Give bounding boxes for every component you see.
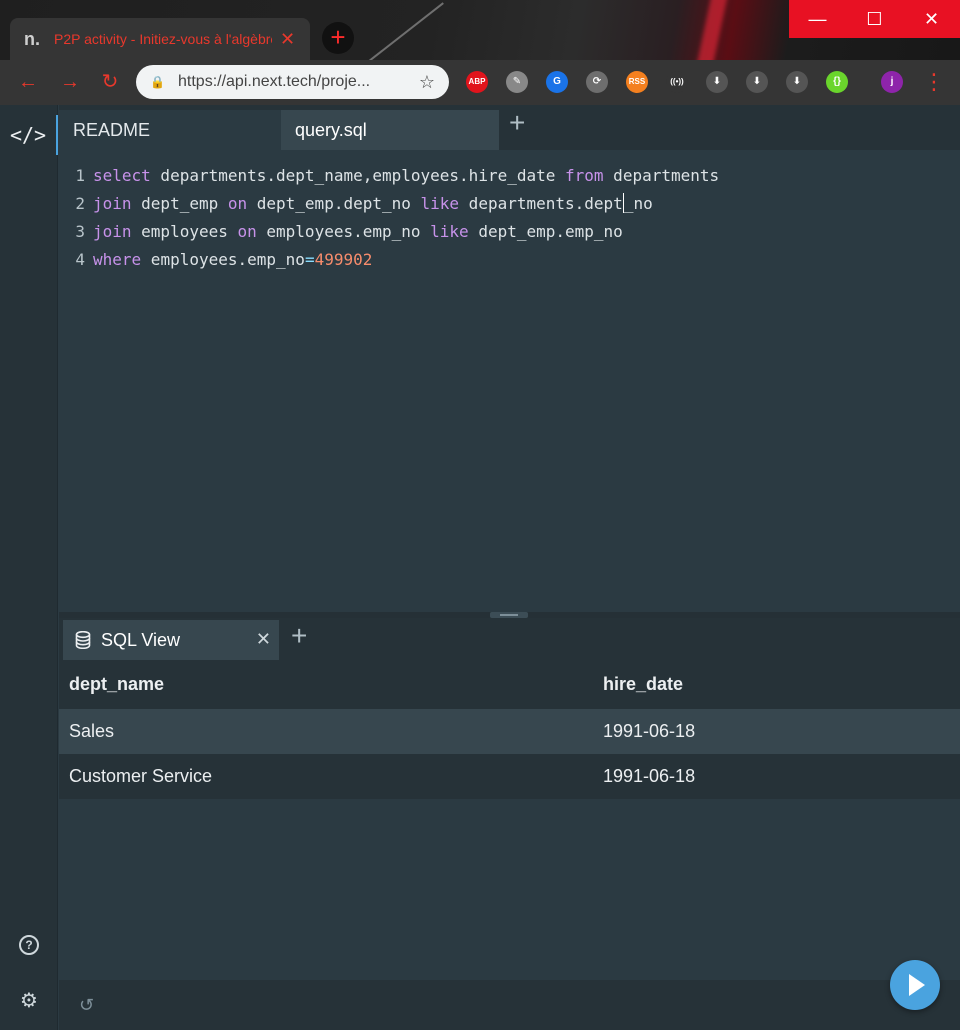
sql-token: _no	[623, 194, 653, 213]
nexttech-favicon-icon: n.	[24, 29, 40, 49]
bookmark-star-icon[interactable]: ☆	[419, 72, 435, 93]
line-number: 3	[75, 222, 85, 241]
tab-sql-view[interactable]: SQL View ✕	[63, 620, 279, 660]
editor-statusbar: ↺	[59, 980, 960, 1030]
adblock-plus-icon[interactable]: ABP	[466, 71, 488, 93]
help-icon[interactable]: ?	[19, 935, 39, 955]
sql-number: 499902	[314, 250, 373, 269]
sql-keyword: like	[430, 222, 469, 241]
new-tab-button[interactable]: +	[322, 22, 354, 54]
browser-tab[interactable]: n. P2P activity - Initiez-vous à l'algèb…	[10, 18, 310, 60]
sql-keyword: on	[227, 194, 248, 213]
sql-keyword: join	[93, 194, 132, 213]
sql-token: departments.dept_name,employees.hire_dat…	[150, 166, 566, 185]
extension-gray-icon[interactable]: ✎	[506, 71, 528, 93]
results-table: dept_name hire_date Sales 1991-06-18 Custo…	[59, 660, 960, 799]
close-sql-view-icon[interactable]: ✕	[256, 629, 271, 650]
download-icon-3[interactable]: ⬇	[786, 71, 808, 93]
sql-token: employees.emp_no	[256, 222, 431, 241]
line-number: 2	[75, 194, 85, 213]
sql-keyword: select	[93, 166, 151, 185]
sql-keyword: on	[237, 222, 257, 241]
browser-menu-icon[interactable]: ⋮	[920, 68, 948, 96]
database-icon	[75, 631, 91, 649]
sql-token: dept_emp.dept_no	[247, 194, 421, 213]
address-url[interactable]: https://api.next.tech/proje...	[178, 73, 413, 91]
json-icon[interactable]: {}	[826, 71, 848, 93]
browser-titlebar: n. P2P activity - Initiez-vous à l'algèb…	[0, 0, 960, 60]
history-icon[interactable]: ↺	[79, 995, 94, 1016]
table-row: Sales 1991-06-18	[59, 709, 960, 754]
lock-icon: 🔒	[150, 75, 165, 89]
run-query-button[interactable]	[890, 960, 940, 1010]
forward-arrow-icon[interactable]: →	[56, 68, 84, 96]
add-results-tab-icon[interactable]: +	[291, 620, 307, 652]
sync-icon[interactable]: ⟳	[586, 71, 608, 93]
window-maximize-button[interactable]: ☐	[846, 0, 903, 38]
tab-query-sql[interactable]: query.sql	[281, 110, 499, 150]
broadcast-icon[interactable]: ((•))	[666, 71, 688, 93]
reload-icon[interactable]: ↻	[96, 68, 124, 96]
code-line[interactable]: 1 select departments.dept_name,employees.…	[59, 162, 960, 190]
window-close-button[interactable]: ✕	[903, 0, 960, 38]
code-editor-icon[interactable]: </>	[0, 115, 58, 155]
editor-tab-bar: README query.sql +	[59, 105, 960, 150]
grammarly-icon[interactable]: G	[546, 71, 568, 93]
code-line[interactable]: 3 join employees on employees.emp_no like…	[59, 218, 960, 246]
results-tab-bar: SQL View ✕ +	[59, 618, 960, 660]
sql-view-label: SQL View	[101, 629, 181, 650]
profile-avatar[interactable]: j	[881, 71, 903, 93]
column-header-hire-date: hire_date	[603, 660, 960, 709]
next-tech-app: </> ? ⚙ README query.sql + 1 select depar…	[0, 105, 960, 1030]
rss-icon[interactable]: RSS	[626, 71, 648, 93]
sql-token: dept_emp.emp_no	[468, 222, 623, 241]
sql-token: =	[304, 250, 315, 269]
back-arrow-icon[interactable]: ←	[14, 68, 42, 96]
sql-keyword: like	[420, 194, 460, 213]
results-table-container: dept_name hire_date Sales 1991-06-18 Custo…	[59, 660, 960, 799]
table-header-row: dept_name hire_date	[59, 660, 960, 709]
code-editor[interactable]: 1 select departments.dept_name,employees.…	[59, 150, 960, 612]
sql-keyword: join	[93, 222, 132, 241]
sql-keyword: where	[93, 250, 142, 269]
column-header-dept-name: dept_name	[59, 660, 603, 709]
sql-keyword: from	[565, 166, 604, 185]
download-icon-1[interactable]: ⬇	[706, 71, 728, 93]
download-icon-2[interactable]: ⬇	[746, 71, 768, 93]
sql-token: departments	[603, 166, 720, 185]
browser-toolbar: ← → ↻ 🔒 https://api.next.tech/proje... ☆…	[0, 60, 960, 105]
settings-gear-icon[interactable]: ⚙	[19, 991, 39, 1011]
cell-dept-name: Sales	[59, 709, 603, 754]
address-bar[interactable]: 🔒 https://api.next.tech/proje... ☆	[136, 65, 449, 99]
table-row: Customer Service 1991-06-18	[59, 754, 960, 799]
add-editor-tab-icon[interactable]: +	[509, 107, 525, 139]
wallpaper-streak-red	[687, 0, 729, 60]
sql-token: employees	[131, 222, 238, 241]
wallpaper-streak	[348, 2, 444, 60]
code-line[interactable]: 4 where employees.emp_no=499902	[59, 246, 960, 274]
sql-token: employees.emp_no	[141, 250, 305, 269]
tab-close-icon[interactable]: ✕	[280, 29, 295, 50]
code-line[interactable]: 2 join dept_emp on dept_emp.dept_no like …	[59, 190, 960, 218]
window-minimize-button[interactable]: —	[789, 0, 846, 38]
cell-hire-date: 1991-06-18	[603, 709, 960, 754]
line-number: 4	[75, 250, 85, 269]
tab-readme[interactable]: README	[59, 110, 281, 150]
line-number: 1	[75, 166, 85, 185]
sql-token: departments.dept	[459, 194, 623, 213]
browser-tab-title: P2P activity - Initiez-vous à l'algèbre	[54, 31, 272, 47]
app-sidebar: </> ? ⚙	[0, 105, 58, 1030]
sql-token: dept_emp	[131, 194, 228, 213]
cell-dept-name: Customer Service	[59, 754, 603, 799]
cell-hire-date: 1991-06-18	[603, 754, 960, 799]
